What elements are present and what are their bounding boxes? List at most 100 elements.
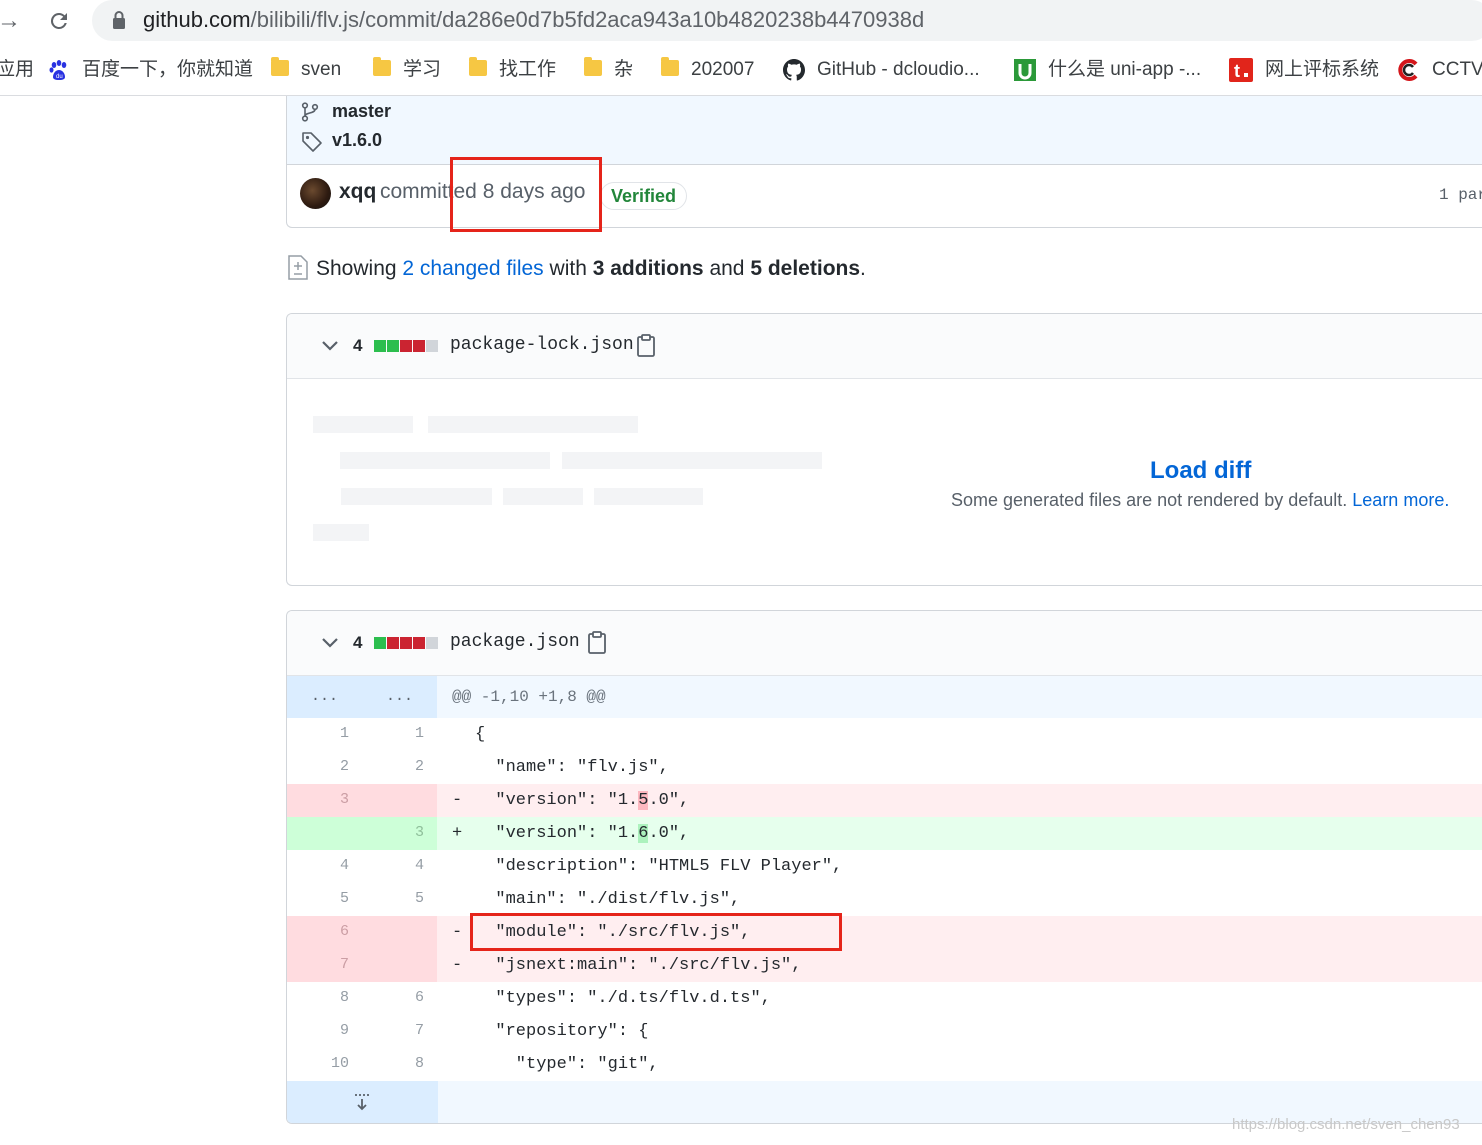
unfold-down-icon[interactable] (353, 1092, 371, 1112)
old-line-number[interactable]: 4 (287, 850, 362, 883)
new-line-number[interactable]: 7 (362, 1015, 437, 1048)
loading-placeholder (313, 416, 413, 433)
learn-more-link[interactable]: Learn more. (1352, 490, 1449, 510)
code-segment: "description": "HTML5 FLV Player", (475, 857, 843, 876)
svg-text:du: du (56, 74, 63, 80)
reload-icon[interactable] (44, 6, 74, 36)
new-line-number[interactable]: 4 (362, 850, 437, 883)
new-line-number[interactable] (362, 949, 437, 982)
loading-placeholder (341, 488, 492, 505)
new-line-number[interactable]: 5 (362, 883, 437, 916)
folder-icon (271, 56, 289, 76)
new-line-number[interactable] (362, 916, 437, 949)
code-text: "jsnext:main": "./src/flv.js", (475, 949, 801, 982)
changed-files-link[interactable]: 2 changed files (402, 257, 543, 280)
code-text: "version": "1.6.0", (475, 817, 689, 850)
file-package-json: 4 package.json ... ... @@ -1,10 +1,8 @@ … (286, 610, 1482, 1124)
new-line-number[interactable]: 8 (362, 1048, 437, 1081)
code-text: "repository": { (475, 1015, 648, 1048)
bookmark-uniapp[interactable]: 什么是 uni-app -... (1014, 56, 1201, 84)
code-text: "version": "1.5.0", (475, 784, 689, 817)
bookmark-study[interactable]: 学习 (373, 56, 441, 84)
new-line-number[interactable]: 3 (362, 817, 437, 850)
code-line: "name": "flv.js", (438, 751, 1482, 784)
code-segment: "version": "1. (475, 791, 639, 810)
old-line-number[interactable]: 5 (287, 883, 362, 916)
expand-up-button[interactable]: ... (287, 676, 362, 718)
old-line-number[interactable]: 3 (287, 784, 362, 817)
diffstat-bar (374, 340, 439, 352)
file-name[interactable]: package-lock.json (450, 335, 634, 355)
new-line-number[interactable]: 2 (362, 751, 437, 784)
bookmark-bidding-system[interactable]: t 网上评标系统 (1229, 56, 1379, 84)
parent-count[interactable]: 1 par (1439, 186, 1482, 204)
code-segment: "repository": { (475, 1022, 649, 1041)
diff-marker: - (452, 923, 463, 942)
code-text: "main": "./dist/flv.js", (475, 883, 740, 916)
diff-marker (452, 982, 466, 1015)
context-line: 86 "types": "./d.ts/flv.d.ts", (287, 982, 1482, 1015)
t-logo-icon: t (1229, 57, 1253, 82)
folder-icon (661, 56, 679, 76)
deleted-line: 7 - "jsnext:main": "./src/flv.js", (287, 949, 1482, 982)
diff-marker (452, 883, 466, 916)
old-line-number[interactable]: 7 (287, 949, 362, 982)
hunk-header: @@ -1,10 +1,8 @@ (452, 688, 606, 706)
context-line: 22 "name": "flv.js", (287, 751, 1482, 784)
loading-placeholder (340, 452, 550, 469)
expand-up-button[interactable]: ... (362, 676, 437, 718)
context-line: 97 "repository": { (287, 1015, 1482, 1048)
annotation-box-commit-time (450, 157, 602, 232)
expand-down-button[interactable] (287, 1081, 438, 1123)
old-line-number[interactable]: 8 (287, 982, 362, 1015)
forward-arrow-icon[interactable]: → (0, 6, 24, 36)
bookmark-github-dcloudio[interactable]: GitHub - dcloudio... (783, 56, 980, 84)
old-line-number[interactable]: 2 (287, 751, 362, 784)
copy-path-icon[interactable] (587, 631, 607, 655)
code-segment: "type": "git", (475, 1055, 659, 1074)
github-icon (783, 58, 805, 81)
code-segment: .0", (648, 824, 690, 843)
context-line: 55 "main": "./dist/flv.js", (287, 883, 1482, 916)
watermark: https://blog.csdn.net/sven_chen93 (1232, 1116, 1460, 1133)
file-name[interactable]: package.json (450, 632, 580, 652)
bookmark-sven[interactable]: sven (271, 56, 341, 84)
code-segment: "types": "./d.ts/flv.d.ts", (475, 989, 771, 1008)
old-line-number[interactable]: 9 (287, 1015, 362, 1048)
bookmark-apps[interactable]: 应用 (0, 56, 34, 84)
code-segment: "version": "1. (475, 824, 639, 843)
verified-badge[interactable]: Verified (600, 182, 688, 210)
file-header: 4 package-lock.json (287, 314, 1482, 379)
old-line-number[interactable]: 1 (287, 718, 362, 751)
load-diff-button[interactable]: Load diff (1150, 457, 1251, 485)
new-line-number[interactable] (362, 784, 437, 817)
loading-placeholder (503, 488, 583, 505)
bookmark-misc[interactable]: 杂 (584, 56, 633, 84)
diff-marker (452, 1048, 466, 1081)
diffstat-bar (374, 637, 439, 649)
file-package-lock: 4 package-lock.json Load diff Some gener… (286, 313, 1482, 586)
old-line-number[interactable]: 10 (287, 1048, 362, 1081)
code-text: "description": "HTML5 FLV Player", (475, 850, 842, 883)
new-line-number[interactable]: 6 (362, 982, 437, 1015)
chevron-down-icon[interactable] (321, 340, 339, 352)
diff-marker: + (452, 824, 463, 843)
chevron-down-icon[interactable] (321, 637, 339, 649)
bookmark-baidu[interactable]: du 百度一下，你就知道 (48, 56, 253, 84)
url-text[interactable]: github.com/bilibili/flv.js/commit/da286e… (143, 6, 924, 34)
diff-marker (452, 1015, 466, 1048)
avatar[interactable] (300, 178, 331, 209)
old-line-number[interactable] (287, 817, 362, 850)
code-line: { (438, 718, 1482, 751)
commit-author[interactable]: xqq (339, 180, 376, 204)
new-line-number[interactable]: 1 (362, 718, 437, 751)
bookmark-jobs[interactable]: 找工作 (469, 56, 556, 84)
commit-refs: master v1.6.0 (287, 96, 1482, 165)
git-branch-icon (301, 102, 319, 122)
bookmark-cctv[interactable]: CCTV- (1398, 56, 1482, 84)
old-line-number[interactable]: 6 (287, 916, 362, 949)
diff-marker: - (452, 956, 463, 975)
copy-path-icon[interactable] (636, 334, 656, 358)
loading-placeholder (594, 488, 703, 505)
bookmark-202007[interactable]: 202007 (661, 56, 754, 84)
